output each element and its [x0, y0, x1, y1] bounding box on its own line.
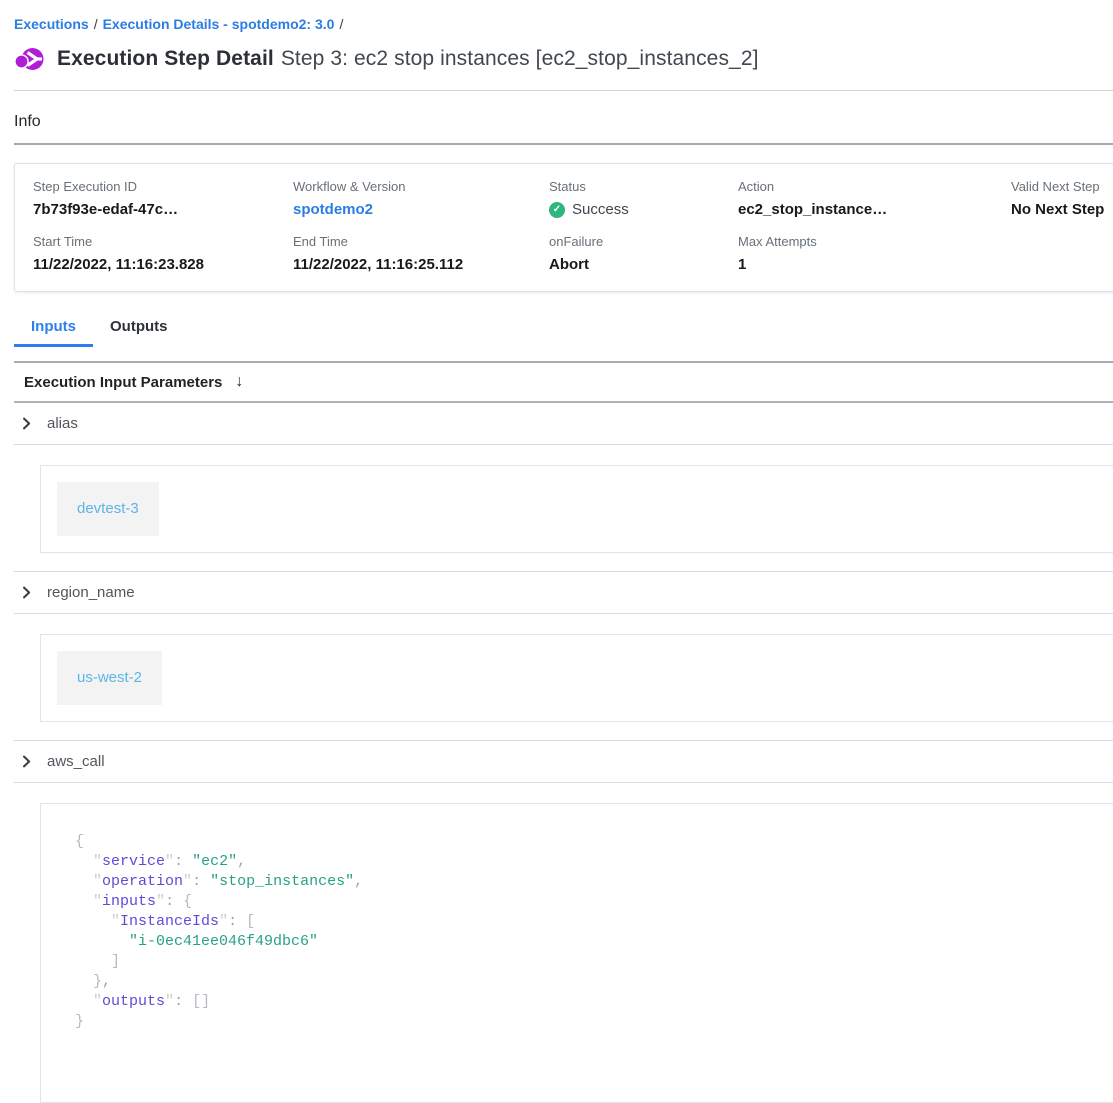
code-line: {	[75, 832, 1100, 852]
code-line: ]	[75, 952, 1100, 972]
field-value: 1	[738, 256, 1011, 273]
info-field-valid-next-step: Valid Next Step No Next Step	[1011, 179, 1113, 219]
param-value-panel-alias: devtest-3	[14, 445, 1113, 572]
execution-step-detail-page: Executions/Execution Details - spotdemo2…	[0, 0, 1113, 1103]
info-field-onfailure: onFailure Abort	[549, 234, 738, 273]
info-section-title: Info	[14, 113, 1113, 131]
code-line: "service": "ec2",	[75, 852, 1100, 872]
title-divider	[14, 90, 1113, 91]
param-value-chip: devtest-3	[57, 482, 159, 536]
param-row-aws-call[interactable]: aws_call	[14, 741, 1113, 783]
param-name: aws_call	[47, 753, 105, 770]
field-value: 11/22/2022, 11:16:25.112	[293, 256, 549, 273]
param-value-panel-aws-call: { "service": "ec2", "operation": "stop_i…	[14, 783, 1113, 1103]
field-label: Action	[738, 179, 1011, 194]
field-value: 11/22/2022, 11:16:23.828	[33, 256, 293, 273]
execution-input-parameters-table: Execution Input Parameters ↓ alias devtes…	[14, 361, 1113, 1103]
field-label: End Time	[293, 234, 549, 249]
status-value: ✓ Success	[549, 201, 738, 218]
workflow-app-logo-icon	[14, 44, 44, 74]
breadcrumb-separator: /	[334, 16, 348, 32]
info-field-step-execution-id: Step Execution ID 7b73f93e-edaf-47c…	[33, 179, 293, 219]
info-card: Step Execution ID 7b73f93e-edaf-47c…Workf…	[14, 163, 1113, 292]
tab-outputs[interactable]: Outputs	[93, 310, 185, 347]
param-row-alias[interactable]: alias	[14, 403, 1113, 445]
info-field-status: Status ✓ Success	[549, 179, 738, 219]
info-field-end-time: End Time 11/22/2022, 11:16:25.112	[293, 234, 549, 273]
field-label: Status	[549, 179, 738, 194]
params-table-header[interactable]: Execution Input Parameters ↓	[14, 361, 1113, 403]
param-name: region_name	[47, 584, 135, 601]
code-block: { "service": "ec2", "operation": "stop_i…	[40, 803, 1113, 1103]
code-line: "InstanceIds": [	[75, 912, 1100, 932]
param-rows-container: alias devtest-3 region_name us-west-2 aws_ca…	[14, 403, 1113, 1103]
info-field-action: Action ec2_stop_instance…	[738, 179, 1011, 219]
breadcrumb-link-executions[interactable]: Executions	[14, 16, 89, 32]
field-label: Workflow & Version	[293, 179, 549, 194]
chevron-right-icon	[20, 417, 33, 430]
field-label: Step Execution ID	[33, 179, 293, 194]
field-label: Start Time	[33, 234, 293, 249]
info-field-max-attempts: Max Attempts 1	[738, 234, 1011, 273]
code-line: "outputs": []	[75, 992, 1100, 1012]
field-value: Abort	[549, 256, 738, 273]
code-line: "operation": "stop_instances",	[75, 872, 1100, 892]
code-line: "i-0ec41ee046f49dbc6"	[75, 932, 1100, 952]
tab-inputs[interactable]: Inputs	[14, 310, 93, 347]
param-value-box: us-west-2	[40, 634, 1113, 722]
breadcrumb-link-execution-details-spotdemo2-3-0[interactable]: Execution Details - spotdemo2: 3.0	[103, 16, 335, 32]
field-value: ec2_stop_instance…	[738, 201, 1011, 218]
code-line: },	[75, 972, 1100, 992]
info-section: Info Step Execution ID 7b73f93e-edaf-47c……	[14, 113, 1113, 292]
success-check-circle-icon: ✓	[549, 202, 565, 218]
field-value: 7b73f93e-edaf-47c…	[33, 201, 293, 218]
param-value-chip: us-west-2	[57, 651, 162, 705]
chevron-right-icon	[20, 755, 33, 768]
page-title: Execution Step Detail	[57, 47, 274, 70]
param-row-region-name[interactable]: region_name	[14, 572, 1113, 614]
json-code: { "service": "ec2", "operation": "stop_i…	[57, 832, 1100, 1032]
code-line: "inputs": {	[75, 892, 1100, 912]
info-section-divider	[14, 143, 1113, 145]
param-value-box: devtest-3	[40, 465, 1113, 553]
field-value: No Next Step	[1011, 201, 1113, 218]
code-line: }	[75, 1012, 1100, 1032]
param-name: alias	[47, 415, 78, 432]
page-subtitle: Step 3: ec2 stop instances [ec2_stop_ins…	[281, 47, 759, 70]
breadcrumb-separator: /	[89, 16, 103, 32]
tab-bar: InputsOutputs	[14, 310, 1113, 347]
info-field-start-time: Start Time 11/22/2022, 11:16:23.828	[33, 234, 293, 273]
info-field-workflow-version: Workflow & Version spotdemo2	[293, 179, 549, 219]
page-header: Execution Step Detail Step 3: ec2 stop in…	[14, 44, 1113, 74]
field-label: Valid Next Step	[1011, 179, 1113, 194]
field-label: Max Attempts	[738, 234, 1011, 249]
chevron-right-icon	[20, 586, 33, 599]
breadcrumb: Executions/Execution Details - spotdemo2…	[14, 16, 1113, 32]
workflow-version-link[interactable]: spotdemo2	[293, 201, 373, 218]
sort-descending-icon[interactable]: ↓	[235, 373, 243, 391]
status-text: Success	[572, 201, 629, 218]
params-header-label: Execution Input Parameters	[24, 374, 222, 391]
field-label: onFailure	[549, 234, 738, 249]
param-value-panel-region-name: us-west-2	[14, 614, 1113, 741]
